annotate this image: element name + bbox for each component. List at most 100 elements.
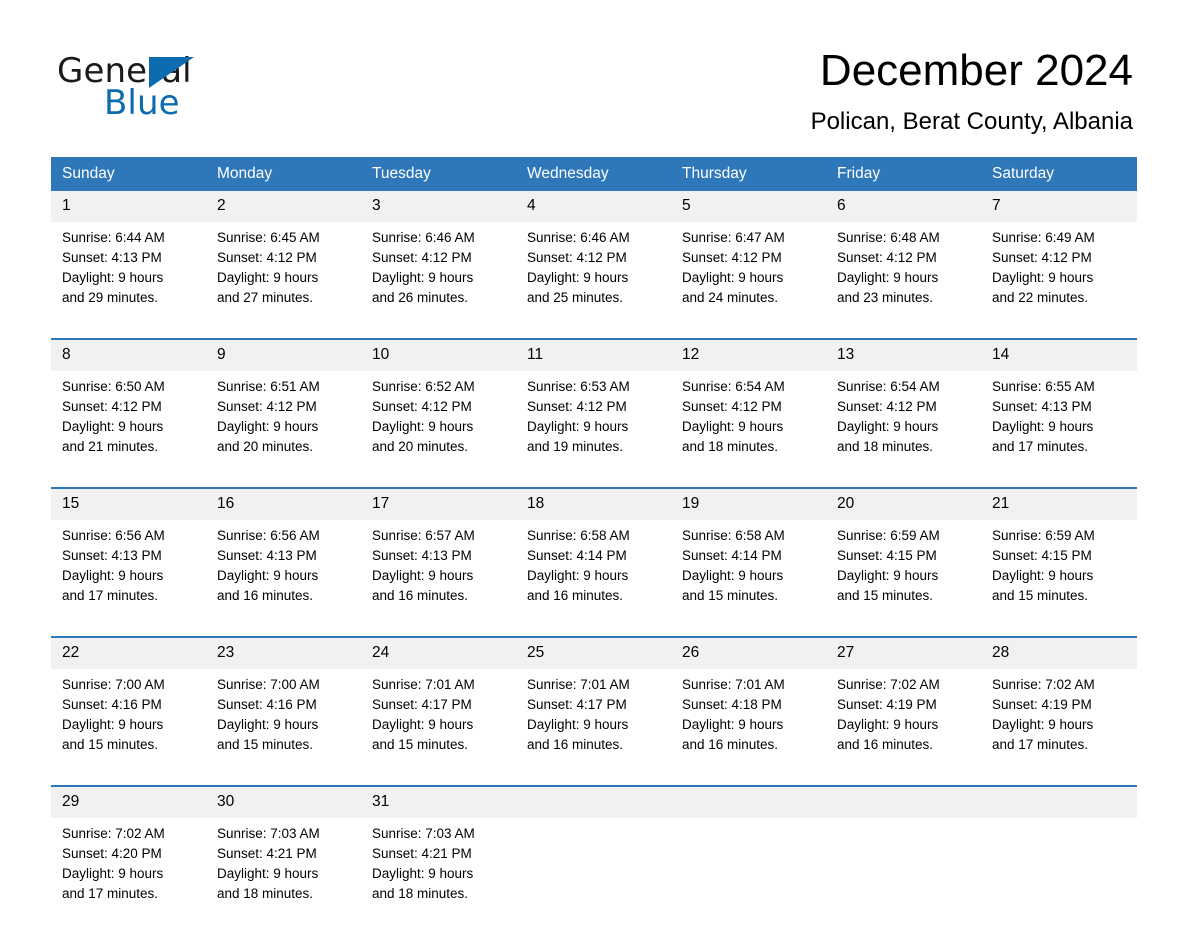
- day-number[interactable]: 12: [671, 340, 826, 371]
- day-number[interactable]: 9: [206, 340, 361, 371]
- day-number[interactable]: 3: [361, 191, 516, 222]
- daylight-text-1: Daylight: 9 hours: [992, 568, 1094, 583]
- daylight-text-2: and 27 minutes.: [217, 290, 314, 305]
- daylight-text-1: Daylight: 9 hours: [682, 419, 784, 434]
- day-cell[interactable]: Sunrise: 7:00 AM Sunset: 4:16 PM Dayligh…: [206, 669, 361, 785]
- day-cell[interactable]: Sunrise: 6:52 AM Sunset: 4:12 PM Dayligh…: [361, 371, 516, 487]
- sunset-text: Sunset: 4:13 PM: [217, 548, 317, 563]
- sunrise-text: Sunrise: 7:03 AM: [372, 826, 475, 841]
- day-number[interactable]: 16: [206, 489, 361, 520]
- day-cell[interactable]: Sunrise: 6:49 AM Sunset: 4:12 PM Dayligh…: [981, 222, 1137, 338]
- day-number[interactable]: 4: [516, 191, 671, 222]
- day-number[interactable]: 29: [51, 787, 206, 818]
- sunrise-text: Sunrise: 6:58 AM: [682, 528, 785, 543]
- day-cell[interactable]: Sunrise: 7:00 AM Sunset: 4:16 PM Dayligh…: [51, 669, 206, 785]
- logo-text-blue: Blue: [104, 83, 180, 123]
- week-row-daynumbers: 22 23 24 25 26 27 28: [51, 638, 1137, 669]
- day-cell[interactable]: Sunrise: 6:58 AM Sunset: 4:14 PM Dayligh…: [516, 520, 671, 636]
- sunrise-text: Sunrise: 7:00 AM: [217, 677, 320, 692]
- sunset-text: Sunset: 4:12 PM: [682, 250, 782, 265]
- day-cell[interactable]: Sunrise: 6:46 AM Sunset: 4:12 PM Dayligh…: [516, 222, 671, 338]
- sunrise-text: Sunrise: 6:50 AM: [62, 379, 165, 394]
- weekday-header-wednesday: Wednesday: [516, 157, 671, 191]
- day-number[interactable]: 2: [206, 191, 361, 222]
- day-number[interactable]: 10: [361, 340, 516, 371]
- daylight-text-1: Daylight: 9 hours: [837, 270, 939, 285]
- daylight-text-2: and 25 minutes.: [527, 290, 624, 305]
- sunset-text: Sunset: 4:12 PM: [992, 250, 1092, 265]
- day-cell[interactable]: Sunrise: 6:54 AM Sunset: 4:12 PM Dayligh…: [826, 371, 981, 487]
- day-cell[interactable]: Sunrise: 6:57 AM Sunset: 4:13 PM Dayligh…: [361, 520, 516, 636]
- day-number[interactable]: 28: [981, 638, 1137, 669]
- day-number[interactable]: 13: [826, 340, 981, 371]
- day-cell[interactable]: Sunrise: 7:02 AM Sunset: 4:19 PM Dayligh…: [981, 669, 1137, 785]
- day-number[interactable]: 31: [361, 787, 516, 818]
- day-number[interactable]: 7: [981, 191, 1137, 222]
- daylight-text-2: and 16 minutes.: [527, 737, 624, 752]
- day-number[interactable]: 1: [51, 191, 206, 222]
- weekday-header-row: Sunday Monday Tuesday Wednesday Thursday…: [51, 157, 1137, 191]
- daylight-text-2: and 15 minutes.: [992, 588, 1089, 603]
- day-number[interactable]: 6: [826, 191, 981, 222]
- day-cell[interactable]: Sunrise: 7:02 AM Sunset: 4:19 PM Dayligh…: [826, 669, 981, 785]
- day-number[interactable]: 27: [826, 638, 981, 669]
- sunset-text: Sunset: 4:12 PM: [62, 399, 162, 414]
- day-cell[interactable]: Sunrise: 6:50 AM Sunset: 4:12 PM Dayligh…: [51, 371, 206, 487]
- day-cell[interactable]: Sunrise: 6:44 AM Sunset: 4:13 PM Dayligh…: [51, 222, 206, 338]
- daylight-text-1: Daylight: 9 hours: [372, 568, 474, 583]
- sunset-text: Sunset: 4:13 PM: [62, 548, 162, 563]
- page-subtitle: Polican, Berat County, Albania: [810, 108, 1133, 135]
- week-row-details: Sunrise: 7:02 AM Sunset: 4:20 PM Dayligh…: [51, 818, 1137, 934]
- day-number[interactable]: 5: [671, 191, 826, 222]
- sunset-text: Sunset: 4:16 PM: [62, 697, 162, 712]
- day-number[interactable]: 26: [671, 638, 826, 669]
- day-cell[interactable]: Sunrise: 7:01 AM Sunset: 4:17 PM Dayligh…: [516, 669, 671, 785]
- week-row-daynumbers: 15 16 17 18 19 20 21: [51, 489, 1137, 520]
- page-title: December 2024: [819, 46, 1133, 95]
- day-cell[interactable]: Sunrise: 7:01 AM Sunset: 4:17 PM Dayligh…: [361, 669, 516, 785]
- day-number[interactable]: 22: [51, 638, 206, 669]
- sunrise-text: Sunrise: 6:44 AM: [62, 230, 165, 245]
- day-cell[interactable]: Sunrise: 6:58 AM Sunset: 4:14 PM Dayligh…: [671, 520, 826, 636]
- day-cell[interactable]: Sunrise: 7:01 AM Sunset: 4:18 PM Dayligh…: [671, 669, 826, 785]
- day-cell[interactable]: Sunrise: 6:54 AM Sunset: 4:12 PM Dayligh…: [671, 371, 826, 487]
- day-number[interactable]: 21: [981, 489, 1137, 520]
- day-number[interactable]: 8: [51, 340, 206, 371]
- day-cell[interactable]: Sunrise: 7:03 AM Sunset: 4:21 PM Dayligh…: [361, 818, 516, 934]
- day-number[interactable]: 18: [516, 489, 671, 520]
- day-number[interactable]: 11: [516, 340, 671, 371]
- day-cell[interactable]: Sunrise: 6:47 AM Sunset: 4:12 PM Dayligh…: [671, 222, 826, 338]
- weekday-header-saturday: Saturday: [981, 157, 1137, 191]
- day-cell-empty: [826, 818, 981, 934]
- daylight-text-2: and 15 minutes.: [837, 588, 934, 603]
- day-number[interactable]: 15: [51, 489, 206, 520]
- sunset-text: Sunset: 4:12 PM: [217, 250, 317, 265]
- day-cell[interactable]: Sunrise: 6:59 AM Sunset: 4:15 PM Dayligh…: [981, 520, 1137, 636]
- day-cell[interactable]: Sunrise: 6:56 AM Sunset: 4:13 PM Dayligh…: [206, 520, 361, 636]
- daylight-text-1: Daylight: 9 hours: [217, 419, 319, 434]
- sunrise-text: Sunrise: 6:49 AM: [992, 230, 1095, 245]
- day-cell[interactable]: Sunrise: 6:55 AM Sunset: 4:13 PM Dayligh…: [981, 371, 1137, 487]
- daylight-text-1: Daylight: 9 hours: [527, 270, 629, 285]
- day-number[interactable]: 19: [671, 489, 826, 520]
- day-cell[interactable]: Sunrise: 6:46 AM Sunset: 4:12 PM Dayligh…: [361, 222, 516, 338]
- day-number[interactable]: 14: [981, 340, 1137, 371]
- day-cell[interactable]: Sunrise: 7:02 AM Sunset: 4:20 PM Dayligh…: [51, 818, 206, 934]
- sunrise-text: Sunrise: 6:57 AM: [372, 528, 475, 543]
- day-cell[interactable]: Sunrise: 6:56 AM Sunset: 4:13 PM Dayligh…: [51, 520, 206, 636]
- day-cell[interactable]: Sunrise: 6:53 AM Sunset: 4:12 PM Dayligh…: [516, 371, 671, 487]
- weekday-header-thursday: Thursday: [671, 157, 826, 191]
- day-cell[interactable]: Sunrise: 6:51 AM Sunset: 4:12 PM Dayligh…: [206, 371, 361, 487]
- day-number[interactable]: 17: [361, 489, 516, 520]
- day-cell[interactable]: Sunrise: 6:45 AM Sunset: 4:12 PM Dayligh…: [206, 222, 361, 338]
- daylight-text-1: Daylight: 9 hours: [682, 568, 784, 583]
- day-number[interactable]: 30: [206, 787, 361, 818]
- day-number[interactable]: 24: [361, 638, 516, 669]
- day-number[interactable]: 25: [516, 638, 671, 669]
- day-number[interactable]: 20: [826, 489, 981, 520]
- sunset-text: Sunset: 4:12 PM: [682, 399, 782, 414]
- day-cell[interactable]: Sunrise: 7:03 AM Sunset: 4:21 PM Dayligh…: [206, 818, 361, 934]
- day-cell[interactable]: Sunrise: 6:48 AM Sunset: 4:12 PM Dayligh…: [826, 222, 981, 338]
- day-number[interactable]: 23: [206, 638, 361, 669]
- day-cell[interactable]: Sunrise: 6:59 AM Sunset: 4:15 PM Dayligh…: [826, 520, 981, 636]
